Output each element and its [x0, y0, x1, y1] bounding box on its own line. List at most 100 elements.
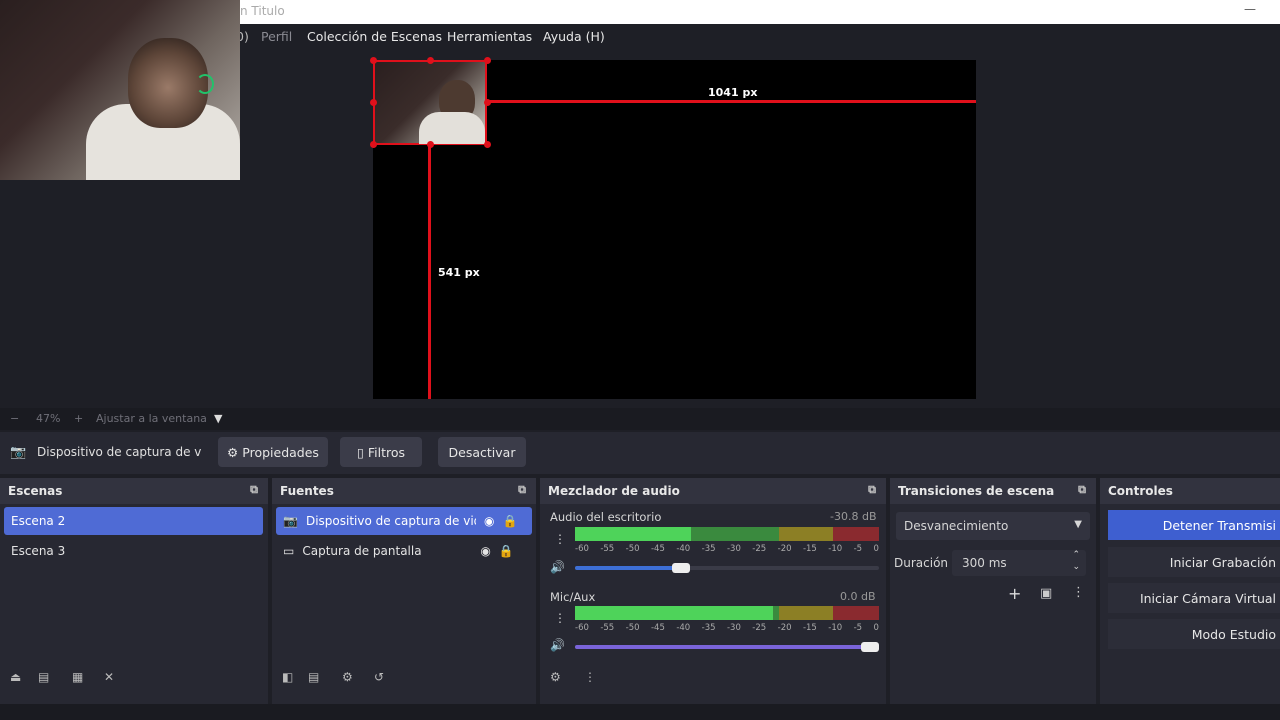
tick-label: -40 [676, 544, 691, 554]
menu-item-ayuda[interactable]: Ayuda (H) [543, 29, 605, 44]
speaker-icon[interactable]: 🔊 [550, 638, 565, 652]
stepper-up-icon[interactable]: ⌃ [1072, 550, 1080, 560]
tick-label: -20 [777, 544, 792, 554]
channel-db: 0.0 dB [840, 590, 876, 603]
zoom-dropdown-icon[interactable]: ▼ [214, 412, 222, 425]
resize-handle-tr[interactable] [484, 57, 491, 64]
filters-label: Filtros [367, 444, 406, 460]
studio-mode-button[interactable]: Modo Estudio [1108, 619, 1280, 649]
tick-label: -10 [828, 544, 843, 554]
source-toolbar: 📷 Dispositivo de captura de v ⚙ Propieda… [0, 432, 1280, 474]
meter-ticks: -60 -55 -50 -45 -40 -35 -30 -25 -20 -15 -10 -5 0 [575, 623, 879, 633]
menu-item-coleccion-escenas[interactable]: Colección de Escenas [307, 29, 442, 44]
zoom-in-button[interactable]: + [74, 412, 83, 425]
volume-slider-knob[interactable] [672, 563, 691, 573]
transitions-dock: Transiciones de escena ⧉ Desvanecimiento… [890, 478, 1096, 704]
scene-item-escena-3[interactable]: Escena 3 [4, 537, 263, 565]
channel-db: -30.8 dB [830, 510, 877, 523]
mixer-header: Mezclador de audio ⧉ [540, 478, 886, 504]
transition-select[interactable]: Desvanecimiento ▼ [896, 512, 1090, 540]
tick-label: -45 [650, 544, 665, 554]
filter-icon: ▯ [356, 444, 364, 460]
transition-menu-icon[interactable]: ⋮ [1072, 585, 1085, 600]
channel-name: Mic/Aux [550, 590, 596, 604]
transitions-title: Transiciones de escena [898, 484, 1055, 498]
mixer-layout-icon[interactable]: ⋮ [584, 670, 596, 684]
resize-handle-bl[interactable] [370, 141, 377, 148]
mixer-settings-icon[interactable]: ⚙ [550, 670, 561, 684]
camera-icon: 📷 [283, 514, 298, 528]
menu-item-herramientas[interactable]: Herramientas [447, 29, 532, 44]
filters-button[interactable]: ▯ Filtros [340, 437, 422, 467]
source-item-capture-device[interactable]: 📷 Dispositivo de captura de vid ◉ 🔒 [276, 507, 532, 535]
tick-label: -10 [828, 623, 843, 633]
lock-icon[interactable]: 🔒 [502, 514, 517, 528]
scenes-header: Escenas ⧉ [0, 478, 268, 504]
tick-label: -25 [752, 623, 767, 633]
duration-field[interactable]: 300 ms ⌃ ⌄ [952, 550, 1086, 576]
selected-source-box[interactable] [373, 60, 487, 145]
channel-menu-icon[interactable]: ⋮ [554, 532, 566, 546]
volume-slider-knob[interactable] [861, 642, 879, 652]
move-source-icon[interactable]: ↺ [374, 670, 384, 684]
lock-icon[interactable]: 🔒 [499, 544, 514, 558]
undock-icon[interactable]: ⧉ [518, 483, 526, 497]
stop-streaming-button[interactable]: Detener Transmisi [1108, 510, 1280, 540]
source-item-screen-capture[interactable]: ▭ Captura de pantalla ◉ 🔒 [276, 537, 532, 565]
zoom-out-button[interactable]: − [10, 412, 19, 425]
meter-segment [833, 606, 879, 620]
speaker-icon[interactable]: 🔊 [550, 560, 565, 574]
duration-label: Duración [894, 556, 949, 570]
source-label: Captura de pantalla [302, 544, 422, 558]
tick-label: -55 [600, 544, 615, 554]
remove-transition-icon[interactable]: ▣ [1040, 586, 1052, 601]
webcam-overlay [0, 0, 240, 180]
undock-icon[interactable]: ⧉ [868, 483, 876, 497]
tick-label: -30 [726, 623, 741, 633]
start-recording-button[interactable]: Iniciar Grabación [1108, 547, 1280, 577]
duration-value: 300 ms [962, 556, 1007, 570]
undock-icon[interactable]: ⧉ [250, 483, 258, 497]
properties-label: Propiedades [242, 444, 319, 460]
channel-name: Audio del escritorio [550, 510, 662, 524]
tick-label: -5 [853, 623, 863, 633]
minimize-button[interactable]: — [1244, 2, 1256, 16]
audio-mixer-dock: Mezclador de audio ⧉ Audio del escritori… [540, 478, 886, 704]
resize-handle-l[interactable] [370, 99, 377, 106]
menu-item-perfil[interactable]: Perfil [261, 29, 292, 44]
resize-handle-t[interactable] [427, 57, 434, 64]
zoom-percent: 47% [36, 412, 61, 425]
filter-scene-icon[interactable]: ▦ [72, 670, 83, 684]
tick-label: -40 [676, 623, 691, 633]
undock-icon[interactable]: ⧉ [1078, 483, 1086, 497]
eye-icon[interactable]: ◉ [480, 544, 490, 558]
stepper-down-icon[interactable]: ⌄ [1072, 562, 1080, 572]
remove-source-icon[interactable]: ▤ [308, 670, 319, 684]
meter-segment [778, 606, 834, 620]
resize-handle-br[interactable] [484, 141, 491, 148]
add-source-icon[interactable]: ◧ [282, 670, 293, 684]
add-scene-icon[interactable]: ⏏ [10, 670, 21, 684]
scene-label: Escena 2 [11, 514, 66, 528]
start-virtual-camera-button[interactable]: Iniciar Cámara Virtual [1108, 583, 1280, 613]
add-transition-icon[interactable]: + [1008, 584, 1021, 603]
scene-item-escena-2[interactable]: Escena 2 [4, 507, 263, 535]
status-bar [0, 704, 1280, 720]
channel-menu-icon[interactable]: ⋮ [554, 611, 566, 625]
chevron-down-icon: ▼ [1074, 519, 1082, 530]
scenes-title: Escenas [8, 484, 63, 498]
tick-label: -30 [726, 544, 741, 554]
eye-icon[interactable]: ◉ [484, 514, 494, 528]
resize-handle-tl[interactable] [370, 57, 377, 64]
zoom-mode[interactable]: Ajustar a la ventana [96, 412, 207, 425]
more-scene-icon[interactable]: ✕ [104, 670, 114, 684]
source-properties-icon[interactable]: ⚙ [342, 670, 353, 684]
tick-label: -15 [802, 623, 817, 633]
tick-label: -50 [625, 544, 640, 554]
transition-selected-value: Desvanecimiento [904, 519, 1009, 533]
properties-button[interactable]: ⚙ Propiedades [218, 437, 328, 467]
tick-label: -60 [575, 623, 589, 633]
tick-label: -55 [600, 623, 615, 633]
deactivate-button[interactable]: Desactivar [438, 437, 526, 467]
remove-scene-icon[interactable]: ▤ [38, 670, 49, 684]
